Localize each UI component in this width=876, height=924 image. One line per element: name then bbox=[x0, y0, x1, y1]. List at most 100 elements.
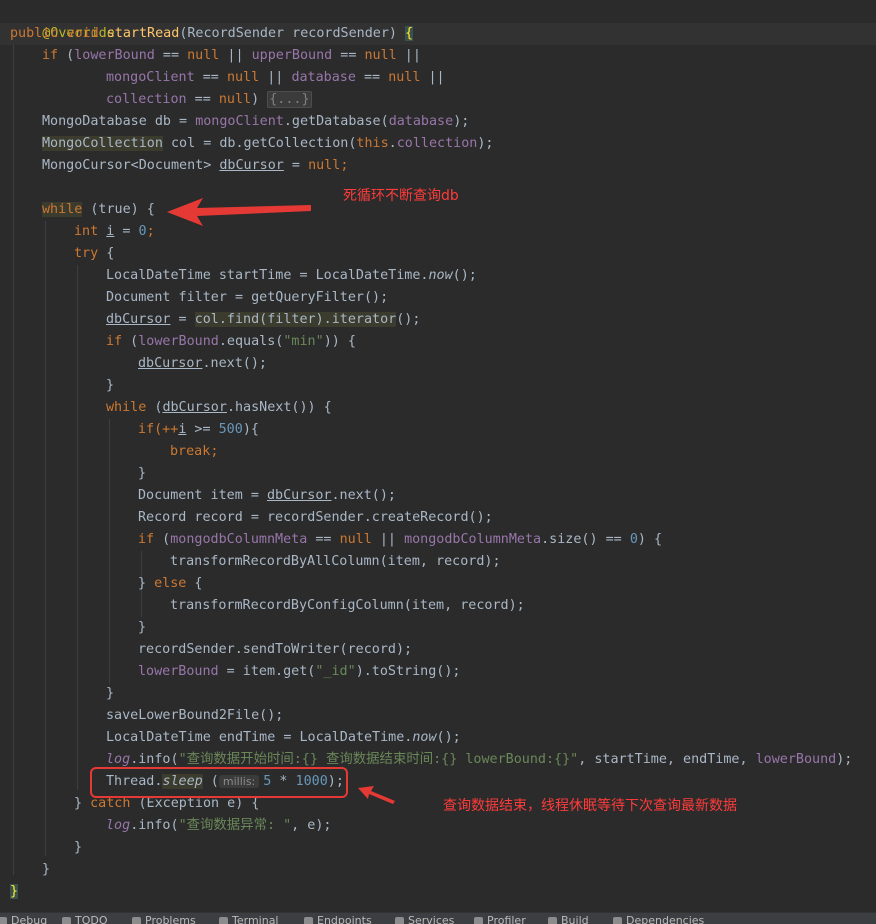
code-text: .hasNext()) { bbox=[227, 400, 332, 415]
code-text: ) bbox=[251, 92, 267, 107]
tool-window-endpoints[interactable]: Endpoints bbox=[304, 912, 372, 924]
code-line[interactable]: try { bbox=[74, 243, 114, 265]
code-line[interactable]: MongoDatabase db = mongoClient.getDataba… bbox=[42, 111, 469, 133]
code-line[interactable]: } else { bbox=[138, 573, 203, 595]
code-text: .next(); bbox=[203, 356, 268, 371]
red-arrow-icon bbox=[356, 784, 398, 806]
code-text: } bbox=[42, 862, 50, 877]
code-line[interactable]: MongoCursor<Document> dbCursor = null; bbox=[42, 155, 348, 177]
code-text: || bbox=[420, 70, 452, 85]
tool-window-debug[interactable]: Debug bbox=[0, 912, 47, 924]
code-text: ); bbox=[453, 114, 469, 129]
code-line[interactable]: public void startRead(RecordSender recor… bbox=[10, 23, 413, 45]
string-token: "查询数据异常: " bbox=[179, 818, 292, 833]
code-text: Document filter = getQueryFilter(); bbox=[106, 290, 388, 305]
code-line[interactable]: } bbox=[106, 683, 114, 705]
code-text: } bbox=[106, 686, 114, 701]
code-text: } bbox=[74, 840, 82, 855]
tool-window-build[interactable]: Build bbox=[548, 912, 589, 924]
code-text: || bbox=[219, 48, 251, 63]
code-text: col = db.getCollection( bbox=[163, 136, 356, 151]
code-line[interactable]: int i = 0; bbox=[74, 221, 155, 243]
code-text: LocalDateTime endTime = LocalDateTime. bbox=[106, 730, 412, 745]
code-line[interactable]: @Override bbox=[10, 1, 115, 23]
field-token: log bbox=[106, 752, 130, 767]
keyword: null bbox=[219, 92, 251, 107]
folded-code-block[interactable]: {...} bbox=[267, 91, 311, 108]
code-line[interactable]: dbCursor = col.find(filter).iterator(); bbox=[106, 309, 420, 331]
code-line[interactable]: } bbox=[138, 617, 146, 639]
tool-window-terminal[interactable]: Terminal bbox=[219, 912, 279, 924]
number-token: 0 bbox=[139, 224, 147, 239]
code-text: saveLowerBound2File(); bbox=[106, 708, 283, 723]
tool-window-todo[interactable]: TODO bbox=[62, 912, 108, 924]
string-token: "查询数据开始时间:{} 查询数据结束时间:{} lowerBound:{}" bbox=[179, 752, 579, 767]
code-line[interactable]: while (dbCursor.hasNext()) { bbox=[106, 397, 332, 419]
code-text: ( bbox=[146, 400, 162, 415]
keyword: try bbox=[74, 246, 98, 261]
code-line[interactable]: collection == null) {...} bbox=[106, 89, 312, 111]
variable-token: dbCursor bbox=[138, 356, 203, 371]
code-line[interactable]: transformRecordByConfigColumn(item, reco… bbox=[170, 595, 525, 617]
field-token: upperBound bbox=[252, 48, 333, 63]
tool-window-bar: Debug TODO Problems Terminal Endpoints S… bbox=[0, 912, 876, 924]
code-text: .getDatabase( bbox=[284, 114, 389, 129]
code-line[interactable]: Document item = dbCursor.next(); bbox=[138, 485, 396, 507]
code-line[interactable]: if (mongodbColumnMeta == null || mongodb… bbox=[138, 529, 662, 551]
code-line[interactable]: } bbox=[42, 859, 50, 881]
keyword: null bbox=[340, 532, 372, 547]
code-text: LocalDateTime startTime = LocalDateTime. bbox=[106, 268, 428, 283]
method-name: startRead bbox=[107, 26, 180, 41]
code-line[interactable]: lowerBound = item.get("_id").toString(); bbox=[138, 661, 461, 683]
code-line[interactable]: dbCursor.next(); bbox=[138, 353, 267, 375]
keyword: if(++ bbox=[138, 422, 178, 437]
code-line[interactable]: saveLowerBound2File(); bbox=[106, 705, 283, 727]
code-line[interactable]: recordSender.sendToWriter(record); bbox=[138, 639, 412, 661]
code-line[interactable]: transformRecordByAllColumn(item, record)… bbox=[170, 551, 501, 573]
code-text: || bbox=[397, 48, 429, 63]
keyword: null bbox=[187, 48, 219, 63]
code-text: = item.get( bbox=[219, 664, 316, 679]
code-line[interactable]: LocalDateTime startTime = LocalDateTime.… bbox=[106, 265, 477, 287]
tool-window-services[interactable]: Services bbox=[395, 912, 454, 924]
highlighted-code: col.find(filter).iterator bbox=[195, 312, 397, 327]
code-text: transformRecordByConfigColumn(item, reco… bbox=[170, 598, 525, 613]
string-token: "min" bbox=[283, 334, 323, 349]
code-line[interactable]: } bbox=[106, 375, 114, 397]
code-line[interactable]: } bbox=[138, 463, 146, 485]
code-line[interactable]: LocalDateTime endTime = LocalDateTime.no… bbox=[106, 727, 461, 749]
code-line[interactable]: } bbox=[74, 837, 82, 859]
field-token: database bbox=[291, 70, 356, 85]
code-line[interactable]: log.info("查询数据异常: ", e); bbox=[106, 815, 331, 837]
code-line[interactable]: mongoClient == null || database == null … bbox=[106, 67, 453, 89]
field-token: mongodbColumnMeta bbox=[170, 532, 307, 547]
static-method: now bbox=[428, 268, 452, 283]
code-line[interactable]: Record record = recordSender.createRecor… bbox=[138, 507, 493, 529]
red-arrow-icon bbox=[165, 196, 315, 230]
code-line[interactable]: while (true) { bbox=[42, 199, 155, 221]
code-line[interactable]: break; bbox=[170, 441, 218, 463]
code-line[interactable]: if (lowerBound == null || upperBound == … bbox=[42, 45, 429, 67]
annotation-note-sleep: 查询数据结束，线程休眠等待下次查询最新数据 bbox=[443, 795, 737, 815]
field-token: mongoClient bbox=[195, 114, 284, 129]
variable-token: dbCursor bbox=[162, 400, 227, 415]
keyword: int bbox=[74, 224, 98, 239]
tool-window-dependencies[interactable]: Dependencies bbox=[613, 912, 704, 924]
code-line[interactable]: MongoCollection col = db.getCollection(t… bbox=[42, 133, 493, 155]
highlight-box bbox=[90, 767, 348, 798]
code-line[interactable]: if (lowerBound.equals("min")) { bbox=[106, 331, 356, 353]
number-token: 0 bbox=[630, 532, 638, 547]
code-text: , e); bbox=[291, 818, 331, 833]
tool-window-profiler[interactable]: Profiler bbox=[474, 912, 526, 924]
code-text: ) { bbox=[638, 532, 662, 547]
code-text: MongoDatabase db = bbox=[42, 114, 195, 129]
code-text: == bbox=[155, 48, 187, 63]
code-line[interactable]: } bbox=[10, 881, 18, 903]
tool-window-problems[interactable]: Problems bbox=[132, 912, 196, 924]
code-text: (true) { bbox=[82, 202, 155, 217]
code-text: } bbox=[106, 378, 114, 393]
keyword: null bbox=[227, 70, 259, 85]
code-line[interactable]: Document filter = getQueryFilter(); bbox=[106, 287, 388, 309]
code-line[interactable]: if(++i >= 500){ bbox=[138, 419, 259, 441]
code-editor[interactable]: @Override public void startRead(RecordSe… bbox=[0, 0, 876, 912]
